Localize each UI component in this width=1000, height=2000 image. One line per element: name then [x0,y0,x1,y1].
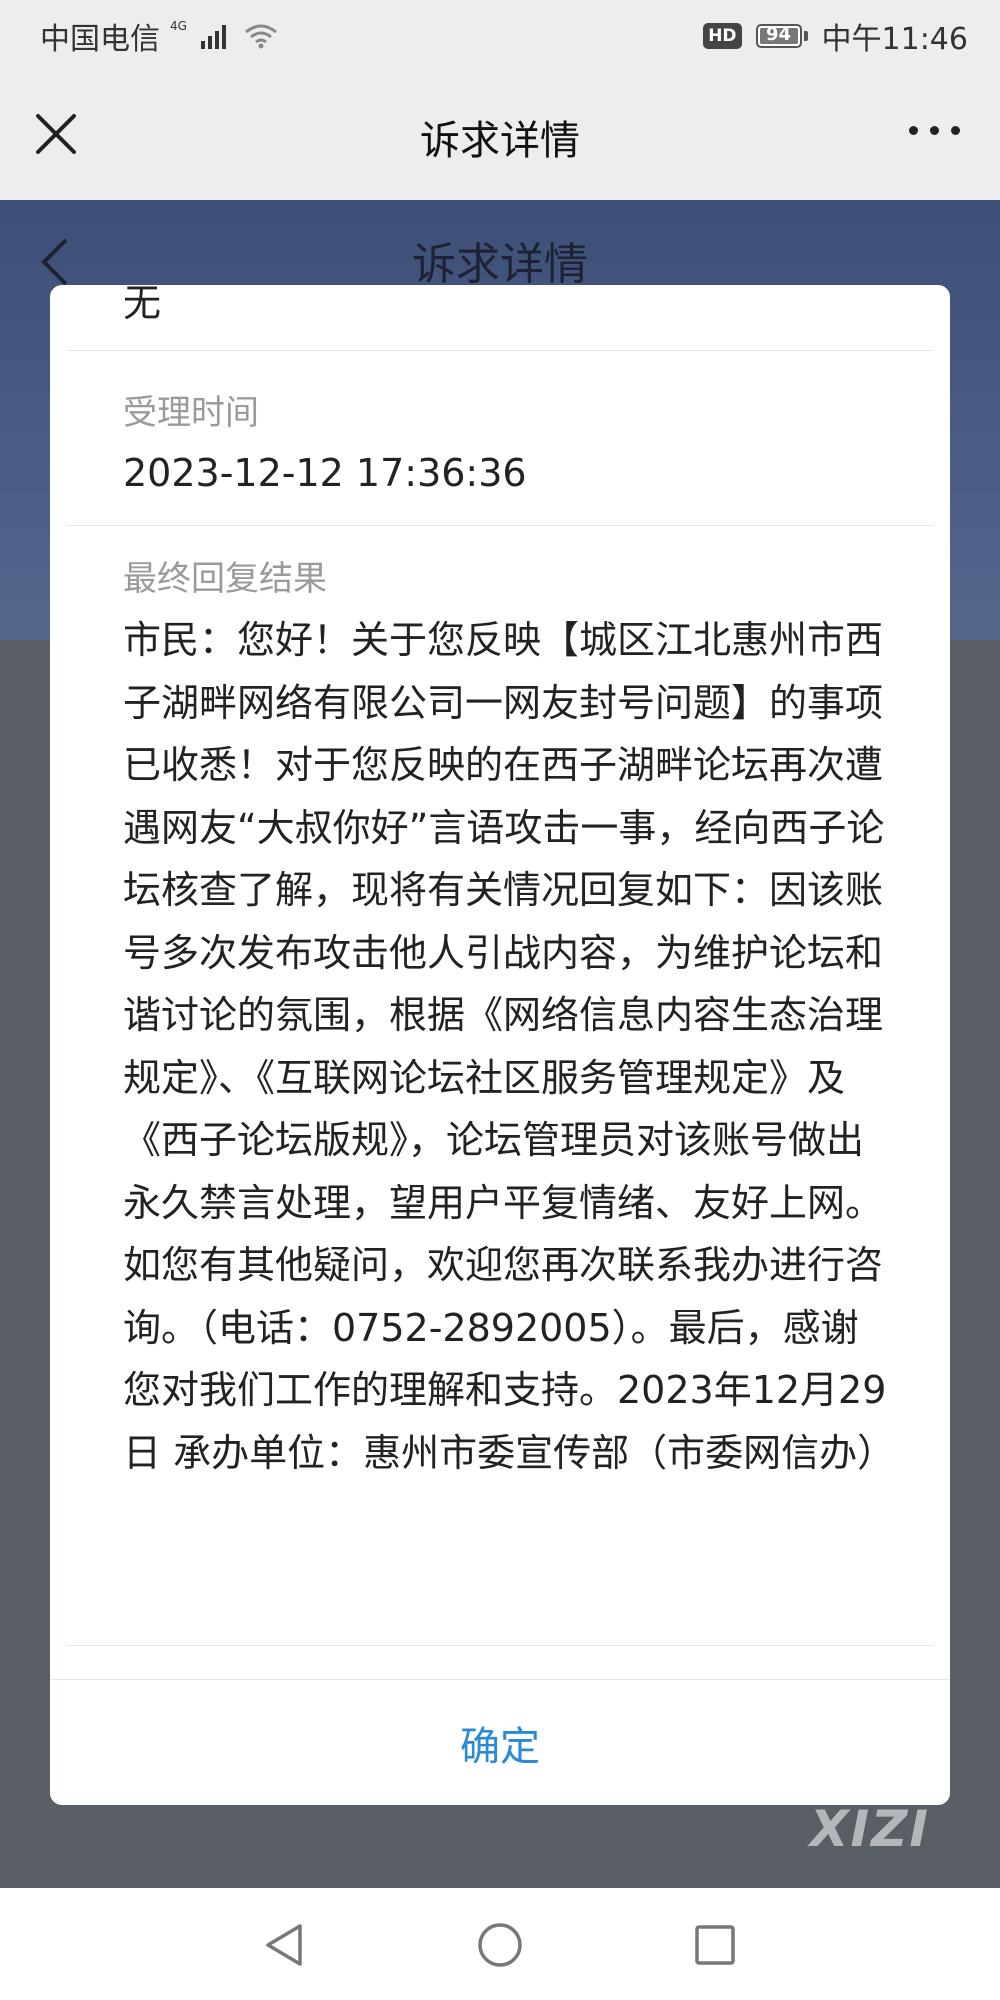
dialog-scroll-area[interactable]: 无 受理时间 2023-12-12 17:36:36 最终回复结果 市民：您好！… [50,285,950,1660]
network-type: 4G [170,19,187,33]
final-reply-text: 市民：您好！关于您反映【城区江北惠州市西子湖畔网络有限公司一网友封号问题】的事项… [123,618,896,1475]
circle-home-icon[interactable] [475,1920,525,1970]
more-dots-icon[interactable] [909,126,960,135]
status-right: HD 94 中午11:46 [703,14,968,58]
accept-time-label: 受理时间 [123,393,259,433]
carrier-name: 中国电信 [40,22,160,57]
detail-dialog: 无 受理时间 2023-12-12 17:36:36 最终回复结果 市民：您好！… [50,285,950,1805]
status-clock: 中午11:46 [821,22,968,57]
previous-section: 无 [67,285,933,351]
section-final-reply: 最终回复结果 市民：您好！关于您反映【城区江北惠州市西子湖畔网络有限公司一网友封… [67,555,933,1646]
previous-field-value: 无 [123,285,162,325]
hd-badge: HD [703,23,742,49]
square-recents-icon[interactable] [690,1920,740,1970]
wifi-icon [245,24,277,49]
xizi-watermark: XIZI [809,1800,930,1858]
nav-header: 诉求详情 [0,68,1000,200]
background-title: 诉求详情 [412,239,588,290]
android-nav-bar [0,1888,1000,2000]
triangle-back-icon[interactable] [260,1920,310,1970]
status-bar: 中国电信 4G HD 94 中午11:46 [0,0,1000,68]
battery-level: 94 [766,24,792,45]
section-accept-time: 受理时间 2023-12-12 17:36:36 [67,375,933,526]
signal-bars-icon [200,23,226,49]
battery-icon: 94 [755,24,808,48]
accept-time-value: 2023-12-12 17:36:36 [123,451,527,495]
status-left: 中国电信 4G [40,14,278,58]
confirm-label: 确定 [460,1723,540,1770]
confirm-button[interactable]: 确定 [50,1679,950,1805]
final-reply-label: 最终回复结果 [123,559,327,599]
page-title: 诉求详情 [420,118,580,164]
